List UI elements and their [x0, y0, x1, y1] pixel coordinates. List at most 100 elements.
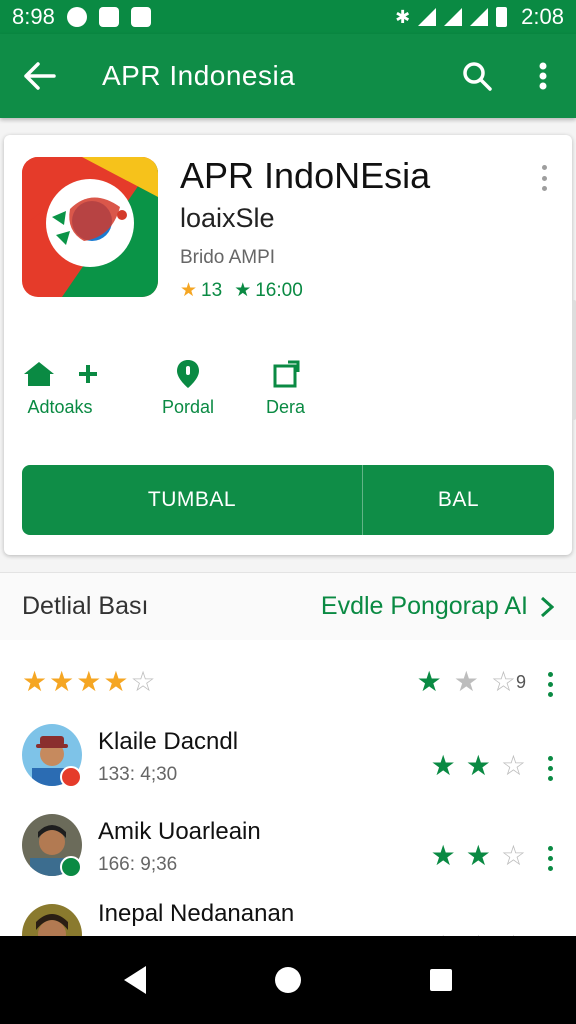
- review-stars: ★ ★ ☆: [431, 842, 526, 870]
- status-bar: 8:98 ✱ 2:08: [0, 0, 576, 34]
- arrow-left-icon: [24, 62, 56, 90]
- star-icon: ★: [430, 840, 456, 871]
- star-icon: ★: [234, 280, 252, 301]
- action-share[interactable]: Dera: [266, 357, 305, 418]
- scrollbar[interactable]: [572, 300, 576, 420]
- dot: [547, 672, 553, 677]
- star-outline-icon: ☆: [490, 666, 516, 697]
- plus-icon: [79, 365, 97, 383]
- avatar-badge: [60, 856, 82, 878]
- action-label: Dera: [266, 397, 306, 417]
- star-icon: ★: [22, 666, 48, 697]
- rating-value-a: 13: [201, 279, 223, 301]
- action-add[interactable]: Adtoaks: [22, 357, 98, 418]
- dot: [547, 846, 553, 851]
- dot: [547, 856, 553, 861]
- search-button[interactable]: [444, 34, 510, 118]
- star-icon: ★: [76, 666, 102, 697]
- summary-green-stars: ★ ★ ☆ 9: [417, 668, 526, 696]
- dot: [547, 682, 553, 687]
- review-item[interactable]: Amik Uoarleain 166: 9;36 ★ ★ ☆: [22, 814, 554, 894]
- navigation-bar: [0, 936, 576, 1024]
- star-outline-icon: ☆: [500, 840, 526, 871]
- review-item[interactable]: Inepal Nedananan ★ ★ ☆: [22, 900, 554, 936]
- photo-icon: [130, 7, 151, 27]
- star-icon: ★: [416, 666, 442, 697]
- star-icon: ★: [49, 666, 75, 697]
- star-icon: ★: [430, 750, 456, 781]
- app-card: APR IndoNEsia loaixSle Brido AMPI ★ 13 ★…: [4, 135, 572, 555]
- action-label: Pordal: [162, 397, 215, 417]
- reviewer-name: Klaile Dacndl: [98, 728, 239, 755]
- bluetooth-icon: ✱: [395, 6, 411, 27]
- dot: [547, 756, 553, 761]
- review-time: 166: 9;36: [98, 854, 178, 875]
- overflow-menu-button[interactable]: [510, 34, 576, 118]
- summary-stars: ★ ★ ★ ★ ☆: [22, 668, 156, 696]
- card-overflow-button[interactable]: [534, 165, 554, 191]
- secondary-button[interactable]: BAL: [363, 465, 554, 535]
- action-label: Adtoaks: [27, 397, 93, 417]
- nav-recents-button[interactable]: [429, 969, 452, 991]
- nav-home-button[interactable]: [274, 967, 301, 993]
- dot: [547, 766, 553, 771]
- section-title: Detlial Bası: [22, 592, 149, 620]
- avatar: [22, 904, 82, 936]
- message-icon: [98, 7, 119, 27]
- review-stars: ★ ★ ☆: [431, 752, 526, 780]
- reviewer-name: Inepal Nedananan: [98, 900, 295, 927]
- star-outline-icon: ☆: [500, 750, 526, 781]
- reviewer-name: Amik Uoarleain: [98, 818, 261, 845]
- more-vert-icon: [539, 62, 547, 90]
- chevron-right-icon: [540, 596, 554, 617]
- star-icon: ★: [453, 666, 479, 697]
- location-pin-icon: [177, 360, 200, 388]
- app-name: APR IndoNEsia: [180, 155, 431, 196]
- review-menu-button[interactable]: [546, 846, 554, 871]
- app-rating: ★ 13 ★ 16:00: [180, 279, 303, 302]
- star-outline-icon: ☆: [130, 666, 156, 697]
- status-right: ✱ 2:08: [395, 4, 564, 30]
- nav-back-button[interactable]: [124, 966, 147, 994]
- review-item[interactable]: Klaile Dacndl 133: 4;30 ★ ★ ☆: [22, 724, 554, 804]
- share-box-icon: [273, 360, 299, 388]
- star-icon: ★: [103, 666, 129, 697]
- summary-menu-button[interactable]: [546, 672, 554, 697]
- avatar-badge: [60, 766, 82, 788]
- dot: [541, 165, 547, 170]
- back-button[interactable]: [0, 34, 80, 118]
- action-location[interactable]: Pordal: [162, 357, 214, 418]
- rating-value-b: 16:00: [255, 279, 303, 301]
- section-link-label: Evdle Pongorap AI: [320, 592, 528, 620]
- rating-summary: ★ ★ ★ ★ ☆ ★ ★ ☆ 9: [22, 668, 554, 702]
- page-title: APR Indonesia: [102, 60, 296, 91]
- app-developer[interactable]: Brido AMPI: [180, 247, 275, 269]
- reviews-list: ★ ★ ★ ★ ☆ ★ ★ ☆ 9 Klaile Dacndl 133: 4;3…: [0, 640, 576, 936]
- battery-icon: [496, 7, 508, 27]
- app-logo: [22, 157, 158, 297]
- star-icon: ★: [465, 840, 491, 871]
- home-icon: [24, 362, 54, 386]
- star-icon: ★: [465, 750, 491, 781]
- install-button[interactable]: TUMBAL: [22, 465, 363, 535]
- section-header: Detlial Bası Evdle Pongorap AI: [0, 572, 576, 640]
- dot: [541, 175, 547, 181]
- signal-2-icon: [470, 8, 489, 26]
- dot: [547, 776, 553, 781]
- install-bar: TUMBAL BAL: [22, 465, 554, 535]
- status-left: 8:98: [12, 4, 151, 30]
- status-time-left: 8:98: [12, 4, 55, 29]
- section-link[interactable]: Evdle Pongorap AI: [321, 592, 554, 621]
- search-icon: [463, 62, 492, 91]
- review-time: 133: 4;30: [98, 764, 178, 785]
- summary-count: 9: [515, 672, 526, 692]
- dot: [547, 866, 553, 871]
- dot: [547, 692, 553, 697]
- wifi-icon: [418, 8, 437, 26]
- star-icon: ★: [180, 280, 198, 301]
- signal-icon: [444, 8, 463, 26]
- app-subtitle: loaixSle: [180, 203, 275, 233]
- dot: [541, 186, 547, 191]
- review-menu-button[interactable]: [546, 756, 554, 781]
- app-bar: APR Indonesia: [0, 34, 576, 118]
